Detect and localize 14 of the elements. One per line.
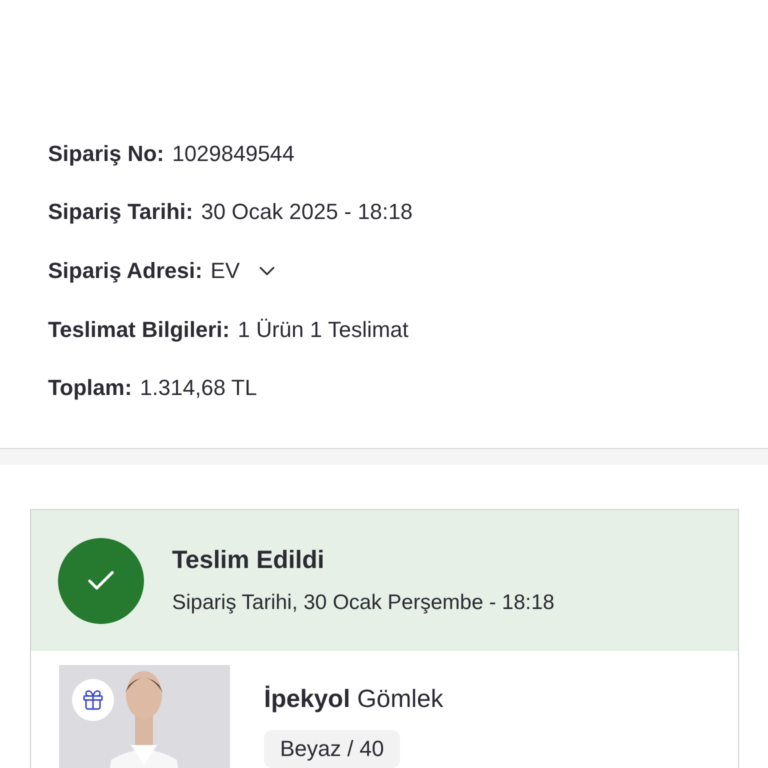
info-label: Sipariş Adresi: — [48, 259, 202, 283]
status-date: Sipariş Tarihi, 30 Ocak Perşembe - 18:18 — [172, 591, 554, 615]
info-label: Teslimat Bilgileri: — [48, 318, 230, 342]
info-value: 30 Ocak 2025 - 18:18 — [201, 200, 413, 224]
info-value: 1.314,68 TL — [140, 376, 257, 400]
info-value: 1 Ürün 1 Teslimat — [238, 318, 409, 342]
variant-tag: Beyaz / 40 — [264, 730, 400, 768]
info-value: 1029849544 — [172, 142, 294, 166]
info-label: Toplam: — [48, 376, 132, 400]
status-title: Teslim Edildi — [172, 546, 326, 575]
info-label: Sipariş Tarihi: — [48, 200, 194, 224]
info-label: Sipariş No: — [48, 142, 164, 166]
address-value: EV — [210, 259, 240, 283]
product-name: İpekyol Gömlek — [264, 685, 444, 714]
